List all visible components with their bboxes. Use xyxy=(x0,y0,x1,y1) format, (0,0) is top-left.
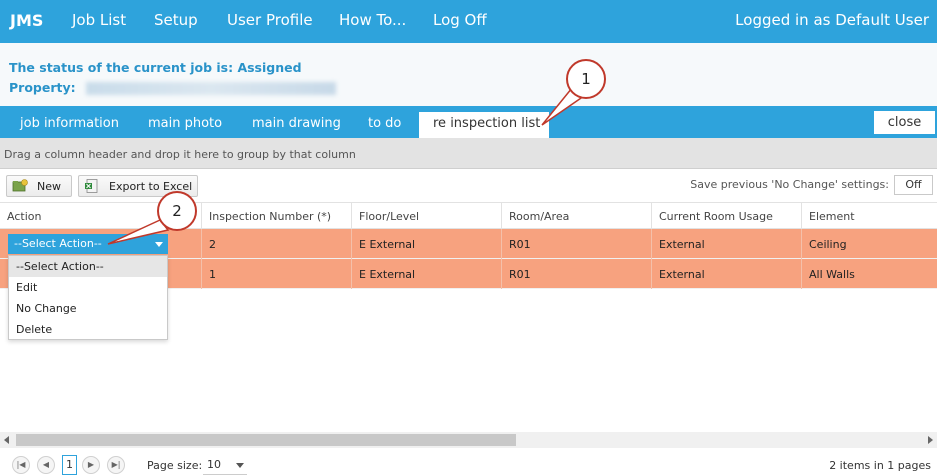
nav-job-list[interactable]: Job List xyxy=(72,11,126,29)
current-room-usage-cell: External xyxy=(651,259,801,289)
grid-toolbar: New Export to Excel Save previous 'No Ch… xyxy=(0,169,937,202)
column-header-room-area[interactable]: Room/Area xyxy=(501,203,651,230)
column-header-current-room-usage[interactable]: Current Room Usage xyxy=(651,203,801,230)
dropdown-option-delete[interactable]: Delete xyxy=(9,319,167,340)
nav-how-to[interactable]: How To... xyxy=(339,11,406,29)
callout-1: 1 xyxy=(566,59,606,99)
new-button-label: New xyxy=(37,180,61,193)
property-label: Property: xyxy=(9,80,76,95)
group-by-hint: Drag a column header and drop it here to… xyxy=(4,148,356,161)
select-action-value: --Select Action-- xyxy=(14,237,102,250)
chevron-down-icon xyxy=(236,463,244,468)
current-page-number[interactable]: 1 xyxy=(62,455,77,475)
floor-level-cell: E External xyxy=(351,259,501,289)
current-room-usage-cell: External xyxy=(651,229,801,259)
tab-to-do[interactable]: to do xyxy=(368,116,401,131)
element-cell: Ceiling xyxy=(801,229,937,259)
new-button[interactable]: New xyxy=(6,175,72,197)
tab-bar: job information main photo main drawing … xyxy=(0,106,937,138)
column-header-inspection-number[interactable]: Inspection Number (*) xyxy=(201,203,351,230)
login-status: Logged in as Default User xyxy=(735,11,929,29)
callout-2: 2 xyxy=(157,191,197,231)
column-header-element[interactable]: Element xyxy=(801,203,937,230)
scroll-left-icon[interactable] xyxy=(4,436,9,444)
group-by-panel[interactable]: Drag a column header and drop it here to… xyxy=(0,138,937,169)
horizontal-scrollbar[interactable] xyxy=(0,432,937,448)
next-page-icon[interactable]: ▶ xyxy=(82,456,100,474)
brand-logo[interactable]: JMS xyxy=(10,11,43,30)
nav-log-off[interactable]: Log Off xyxy=(433,11,487,29)
scroll-right-icon[interactable] xyxy=(928,436,933,444)
inspection-number-cell: 2 xyxy=(201,229,351,259)
select-action-dropdown[interactable]: --Select Action-- xyxy=(8,234,168,254)
room-area-cell: R01 xyxy=(501,259,651,289)
grid-header: Action Inspection Number (*) Floor/Level… xyxy=(0,202,937,230)
nav-setup[interactable]: Setup xyxy=(154,11,198,29)
items-info: 2 items in 1 pages xyxy=(829,459,931,472)
action-dropdown-list: --Select Action-- Edit No Change Delete xyxy=(8,255,168,340)
add-folder-icon xyxy=(12,179,28,192)
save-no-change-toggle[interactable]: Off xyxy=(894,175,933,195)
dropdown-option-select-action[interactable]: --Select Action-- xyxy=(9,256,167,277)
first-page-icon[interactable]: |◀ xyxy=(12,456,30,474)
job-status-text: The status of the current job is: Assign… xyxy=(9,60,302,75)
inspection-number-cell: 1 xyxy=(201,259,351,289)
chevron-down-icon xyxy=(155,242,163,247)
nav-user-profile[interactable]: User Profile xyxy=(227,11,313,29)
close-button[interactable]: close xyxy=(874,111,935,134)
tab-main-drawing[interactable]: main drawing xyxy=(252,116,341,131)
scrollbar-thumb[interactable] xyxy=(16,434,516,446)
grid-pager: |◀ ◀ 1 ▶ ▶| Page size: 10 2 items in 1 p… xyxy=(0,452,937,476)
floor-level-cell: E External xyxy=(351,229,501,259)
top-navbar: JMS Job List Setup User Profile How To..… xyxy=(0,0,937,43)
excel-icon xyxy=(85,179,98,193)
page-size-select[interactable]: 10 xyxy=(203,455,247,475)
element-cell: All Walls xyxy=(801,259,937,289)
column-header-floor-level[interactable]: Floor/Level xyxy=(351,203,501,230)
last-page-icon[interactable]: ▶| xyxy=(107,456,125,474)
property-line: Property: xyxy=(9,80,336,95)
page-size-label: Page size: xyxy=(147,459,203,472)
property-value-redacted xyxy=(86,82,336,95)
dropdown-option-no-change[interactable]: No Change xyxy=(9,298,167,319)
room-area-cell: R01 xyxy=(501,229,651,259)
job-status-panel: The status of the current job is: Assign… xyxy=(0,43,937,106)
save-no-change-label: Save previous 'No Change' settings: xyxy=(690,178,889,191)
previous-page-icon[interactable]: ◀ xyxy=(37,456,55,474)
tab-main-photo[interactable]: main photo xyxy=(148,116,222,131)
tab-job-information[interactable]: job information xyxy=(20,116,119,131)
tab-re-inspection-list[interactable]: re inspection list xyxy=(419,112,549,138)
page-size-value: 10 xyxy=(207,458,221,471)
dropdown-option-edit[interactable]: Edit xyxy=(9,277,167,298)
